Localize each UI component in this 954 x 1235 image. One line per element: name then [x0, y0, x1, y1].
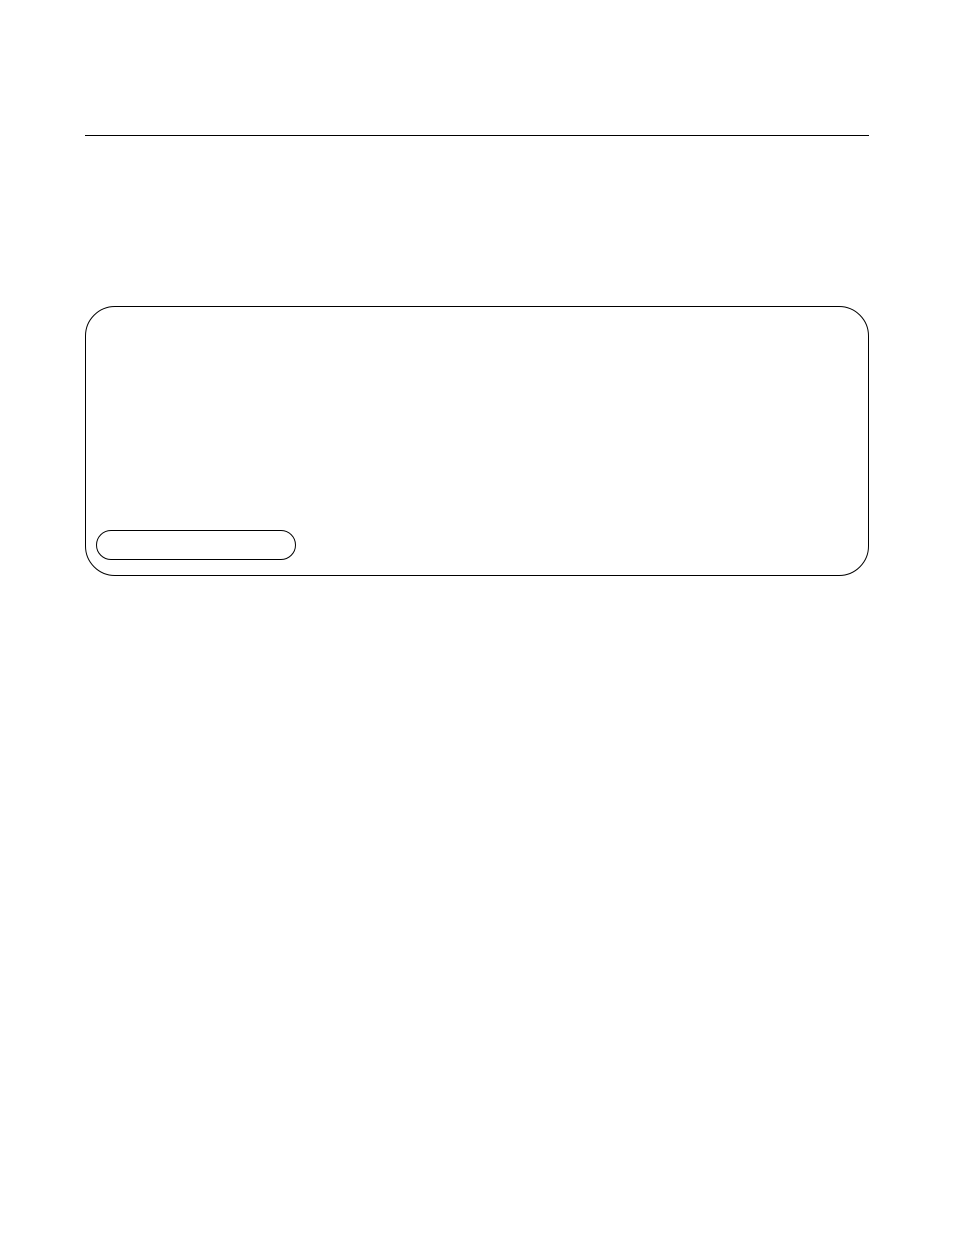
- document-page: [0, 0, 954, 576]
- inner-pill-shape: [96, 530, 296, 560]
- header-divider: [85, 135, 869, 136]
- content-box: [85, 306, 869, 576]
